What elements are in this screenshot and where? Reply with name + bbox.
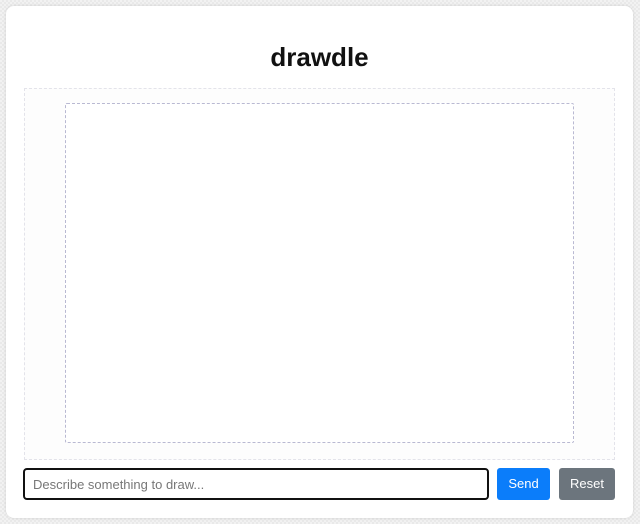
app-container: drawdle Send Reset — [6, 6, 633, 518]
send-button[interactable]: Send — [497, 468, 550, 500]
app-title: drawdle — [270, 42, 369, 72]
drawing-canvas[interactable] — [65, 103, 574, 443]
canvas-area — [24, 88, 615, 460]
prompt-input[interactable] — [23, 468, 489, 500]
reset-button[interactable]: Reset — [559, 468, 615, 500]
